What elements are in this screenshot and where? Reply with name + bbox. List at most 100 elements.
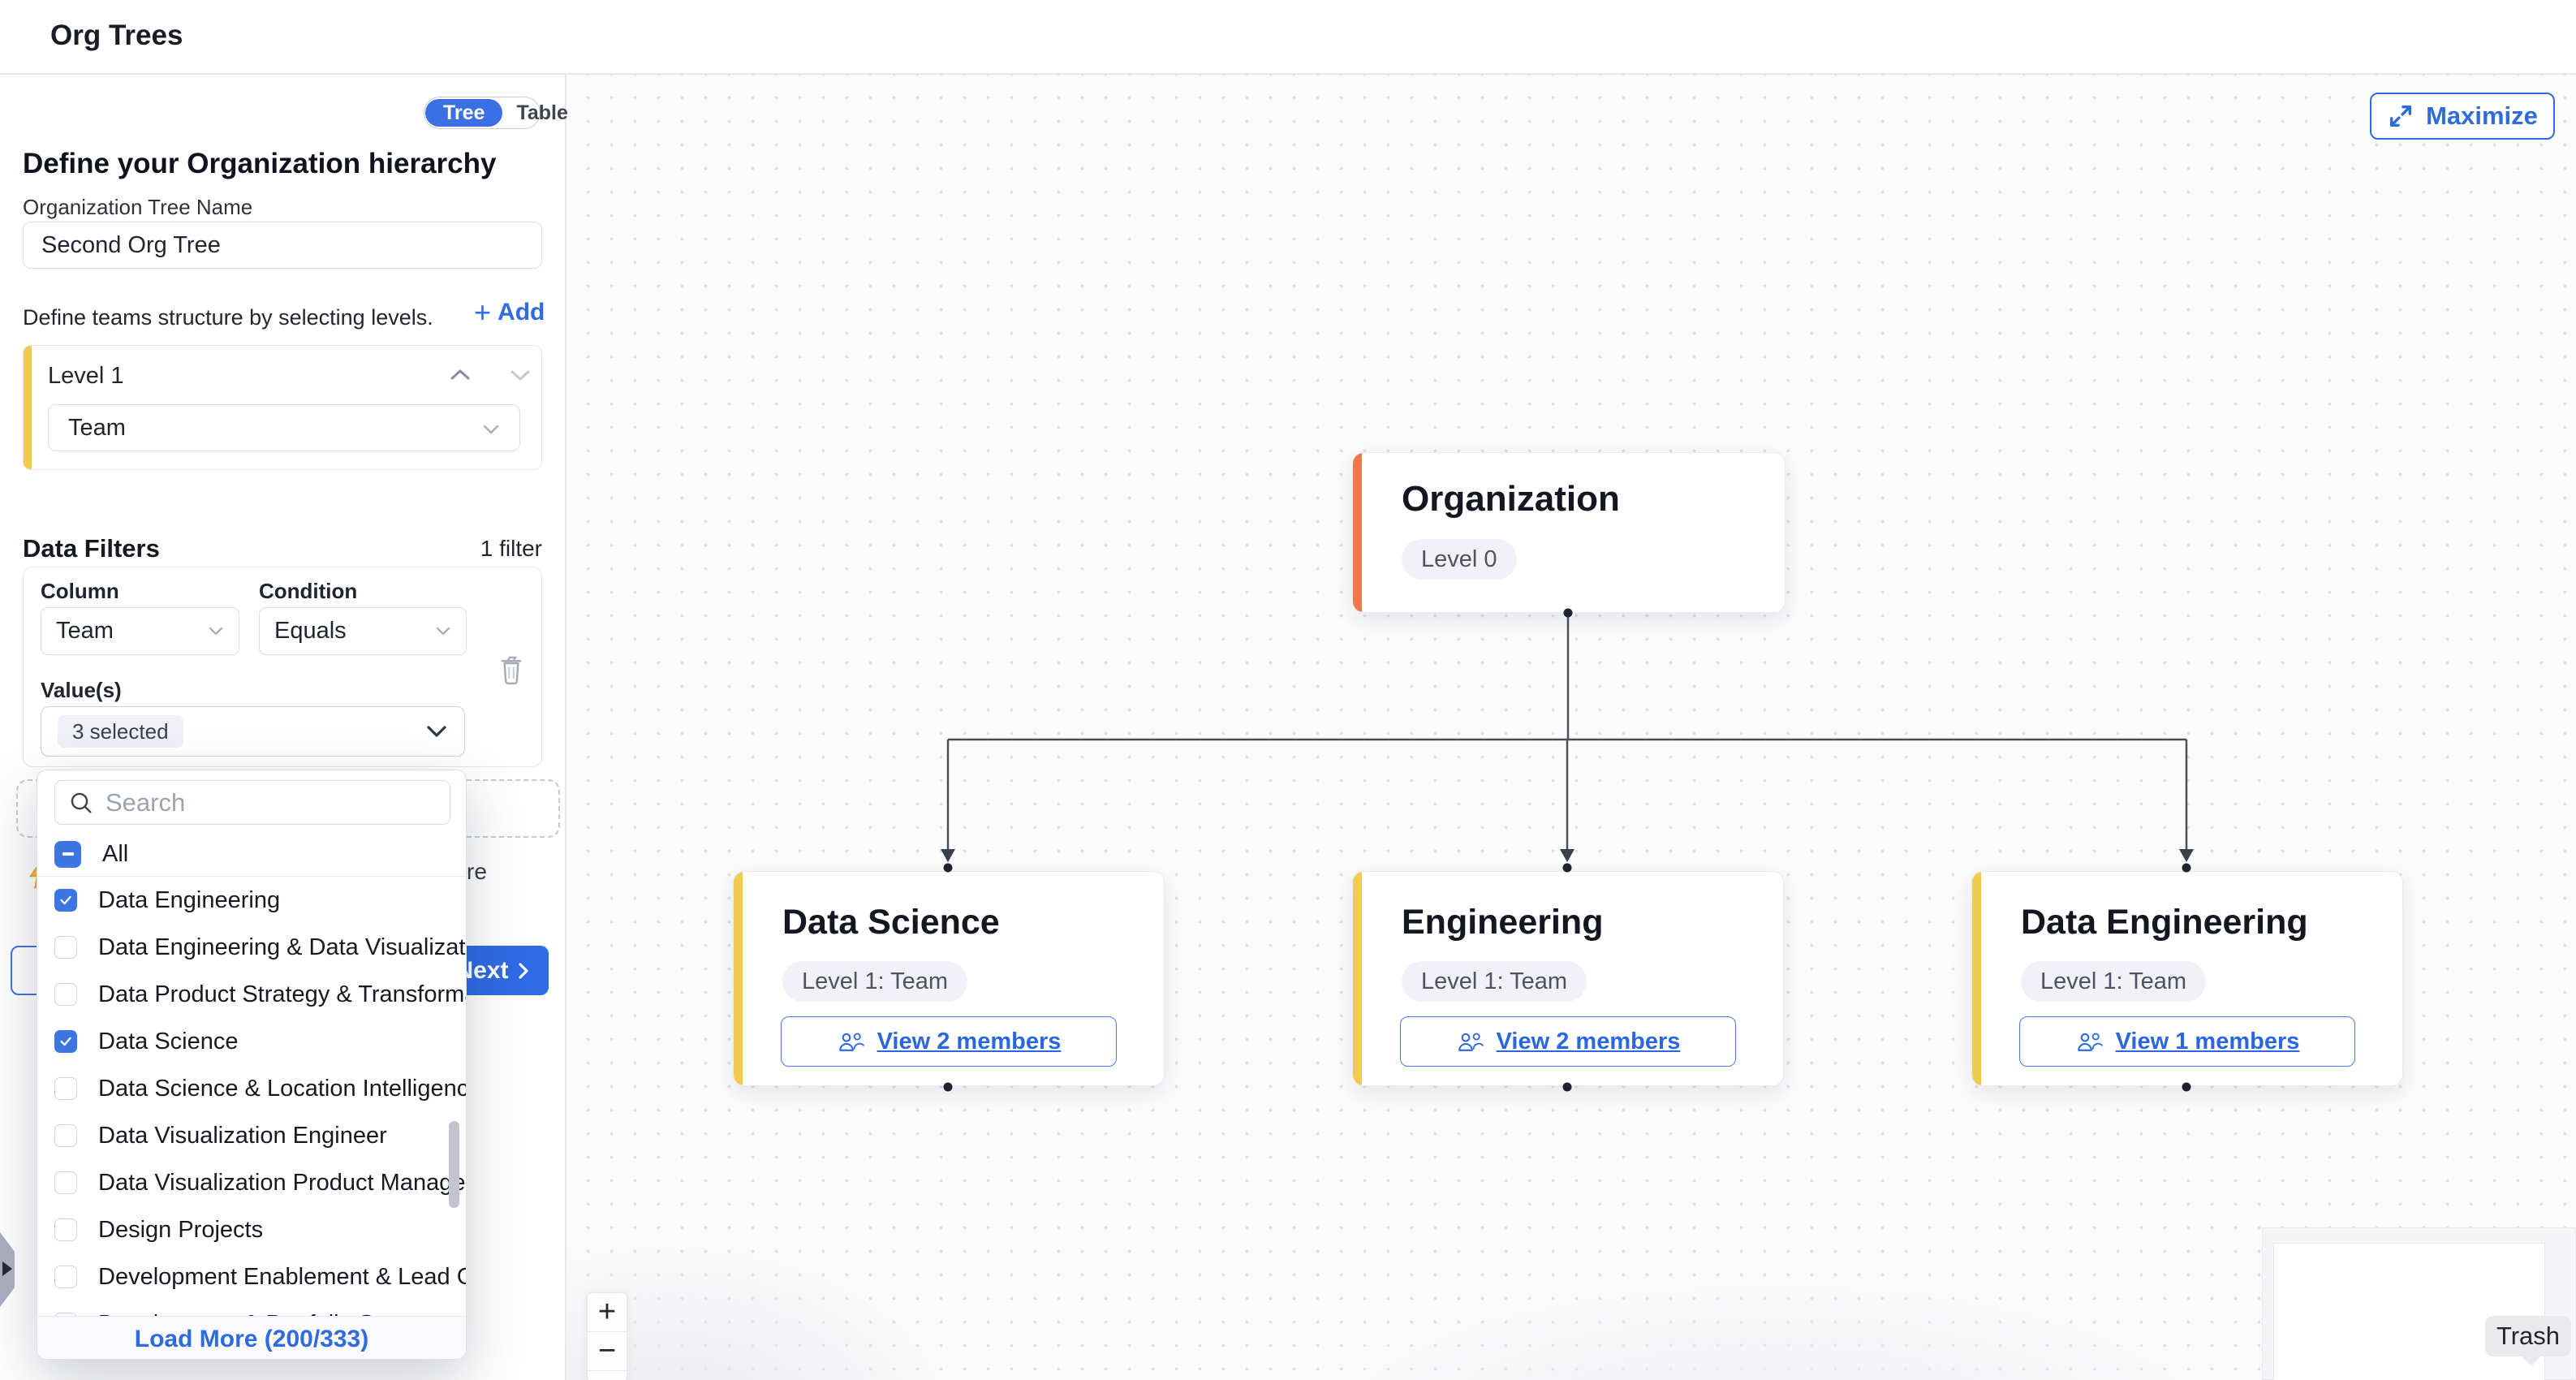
toggle-tree[interactable]: Tree <box>425 99 502 127</box>
add-level-label: Add <box>498 299 545 326</box>
values-dropdown: Search All Data EngineeringData Engineer… <box>37 770 467 1360</box>
move-level-down-button[interactable] <box>507 367 533 387</box>
option-checkbox[interactable] <box>54 1077 77 1100</box>
dropdown-option[interactable]: Data Visualization Product Managem... <box>37 1159 466 1206</box>
members-icon <box>2075 1030 2104 1053</box>
view-members-button[interactable]: View 2 members <box>1400 1016 1736 1067</box>
view-toggle[interactable]: Tree Table <box>424 97 541 129</box>
members-icon <box>1456 1030 1485 1053</box>
option-checkbox[interactable] <box>54 936 77 959</box>
dropdown-option[interactable]: Design Projects <box>37 1206 466 1253</box>
dropdown-option[interactable]: Development & Portfolio Strat... <box>37 1300 466 1316</box>
tree-name-value: Second Org Tree <box>41 232 221 259</box>
hierarchy-heading: Define your Organization hierarchy <box>23 148 496 180</box>
dropdown-option[interactable]: Data Engineering <box>37 877 466 924</box>
page-title: Org Trees <box>50 19 183 52</box>
view-members-button[interactable]: View 1 members <box>2019 1016 2355 1067</box>
select-all-checkbox[interactable] <box>54 841 81 868</box>
fit-view-button[interactable] <box>588 1371 627 1380</box>
select-all-label: All <box>102 841 128 868</box>
dropdown-option[interactable]: Development Enablement & Lead Ge... <box>37 1253 466 1300</box>
option-checkbox[interactable] <box>54 1171 77 1194</box>
node-title: Organization <box>1402 479 1620 520</box>
toggle-table[interactable]: Table <box>503 99 580 127</box>
dropdown-option[interactable]: Data Product Strategy & Transformat... <box>37 971 466 1018</box>
node-title: Engineering <box>1402 903 1603 942</box>
org-node-data-engineering[interactable]: Data Engineering Level 1: Team View 1 me… <box>1971 871 2403 1086</box>
node-level-badge: Level 1: Team <box>782 961 967 1002</box>
values-select[interactable]: 3 selected <box>41 706 465 757</box>
load-more-link[interactable]: Load More (200/333) <box>135 1326 368 1353</box>
data-filters-heading: Data Filters <box>23 534 160 563</box>
node-level-badge: Level 0 <box>1402 539 1517 580</box>
levels-hint: Define teams structure by selecting leve… <box>23 305 433 330</box>
delete-filter-button[interactable] <box>498 652 525 686</box>
org-node-engineering[interactable]: Engineering Level 1: Team View 2 members <box>1352 871 1784 1086</box>
chevron-down-icon <box>425 725 448 739</box>
level-card-title: Level 1 <box>48 363 124 390</box>
option-label: Data Visualization Product Managem... <box>98 1170 466 1197</box>
members-icon <box>837 1030 866 1053</box>
org-node-root[interactable]: Organization Level 0 <box>1352 452 1786 613</box>
view-members-label: View 1 members <box>2116 1029 2300 1055</box>
org-node-data-science[interactable]: Data Science Level 1: Team View 2 member… <box>733 871 1165 1086</box>
option-checkbox[interactable] <box>54 1030 77 1053</box>
view-members-label: View 2 members <box>877 1029 1062 1055</box>
option-checkbox[interactable] <box>54 983 77 1006</box>
option-label: Data Science <box>98 1029 239 1055</box>
view-members-button[interactable]: View 2 members <box>781 1016 1117 1067</box>
level-type-value: Team <box>68 415 126 442</box>
zoom-in-button[interactable]: + <box>588 1293 627 1332</box>
chevron-right-icon <box>517 961 530 981</box>
option-label: Data Science & Location Intelligence <box>98 1076 466 1102</box>
minimap-viewport <box>2273 1243 2545 1380</box>
option-label: Data Engineering & Data Visualization <box>98 934 466 961</box>
trash-tooltip: Trash <box>2485 1316 2571 1356</box>
option-label: Data Product Strategy & Transformat... <box>98 981 466 1008</box>
select-all-row[interactable]: All <box>37 832 466 876</box>
scrollbar-thumb[interactable] <box>449 1121 459 1208</box>
condition-label: Condition <box>259 579 357 604</box>
level-type-select[interactable]: Team <box>48 404 520 451</box>
dropdown-search-input[interactable]: Search <box>54 780 450 825</box>
filter-card: Column Condition Team Equals Value(s) 3 … <box>23 567 542 767</box>
node-level-badge: Level 1: Team <box>2021 961 2206 1002</box>
column-select[interactable]: Team <box>41 607 239 655</box>
option-label: Development Enablement & Lead Ge... <box>98 1264 466 1291</box>
org-chart-canvas[interactable]: Maximize Organization Level 0 Data Scien… <box>566 75 2576 1380</box>
dropdown-option[interactable]: Data Visualization Engineer <box>37 1112 466 1159</box>
chevron-down-icon <box>482 415 500 442</box>
condition-select[interactable]: Equals <box>259 607 467 655</box>
filter-count: 1 filter <box>480 536 542 562</box>
minimap-child-node <box>2295 1348 2354 1380</box>
org-trees-page: Org Trees Tree Table Define your Organiz… <box>0 0 2576 1380</box>
node-level-badge: Level 1: Team <box>1402 961 1587 1002</box>
dropdown-option[interactable]: Data Engineering & Data Visualization <box>37 924 466 971</box>
option-checkbox[interactable] <box>54 1266 77 1288</box>
move-level-up-button[interactable] <box>447 367 473 387</box>
zoom-controls: + − <box>587 1292 627 1380</box>
node-title: Data Science <box>782 903 1000 942</box>
option-checkbox[interactable] <box>54 889 77 912</box>
hint-text-fragment: re <box>467 859 487 885</box>
option-checkbox[interactable] <box>54 1218 77 1241</box>
maximize-button[interactable]: Maximize <box>2370 93 2555 140</box>
tree-name-input[interactable]: Second Org Tree <box>23 222 542 269</box>
node-title: Data Engineering <box>2021 903 2308 942</box>
dropdown-option[interactable]: Data Science & Location Intelligence <box>37 1065 466 1112</box>
condition-value: Equals <box>274 618 347 645</box>
page-header: Org Trees <box>0 0 2576 75</box>
level-card: Level 1 Team <box>23 345 542 470</box>
search-placeholder: Search <box>106 788 185 817</box>
option-label: Design Projects <box>98 1217 263 1244</box>
plus-icon: + <box>474 300 491 325</box>
maximize-label: Maximize <box>2426 101 2538 131</box>
dropdown-option-list: Data Engineering Data Engineering & Data … <box>37 877 466 1316</box>
zoom-out-button[interactable]: − <box>588 1332 627 1371</box>
dropdown-footer: Load More (200/333) <box>37 1316 466 1360</box>
add-level-button[interactable]: + Add <box>474 299 545 326</box>
dropdown-option[interactable]: Data Science <box>37 1018 466 1065</box>
option-checkbox[interactable] <box>54 1124 77 1147</box>
arrow-right-icon <box>2 1261 12 1276</box>
config-sidebar: Tree Table Define your Organization hier… <box>0 75 566 1380</box>
